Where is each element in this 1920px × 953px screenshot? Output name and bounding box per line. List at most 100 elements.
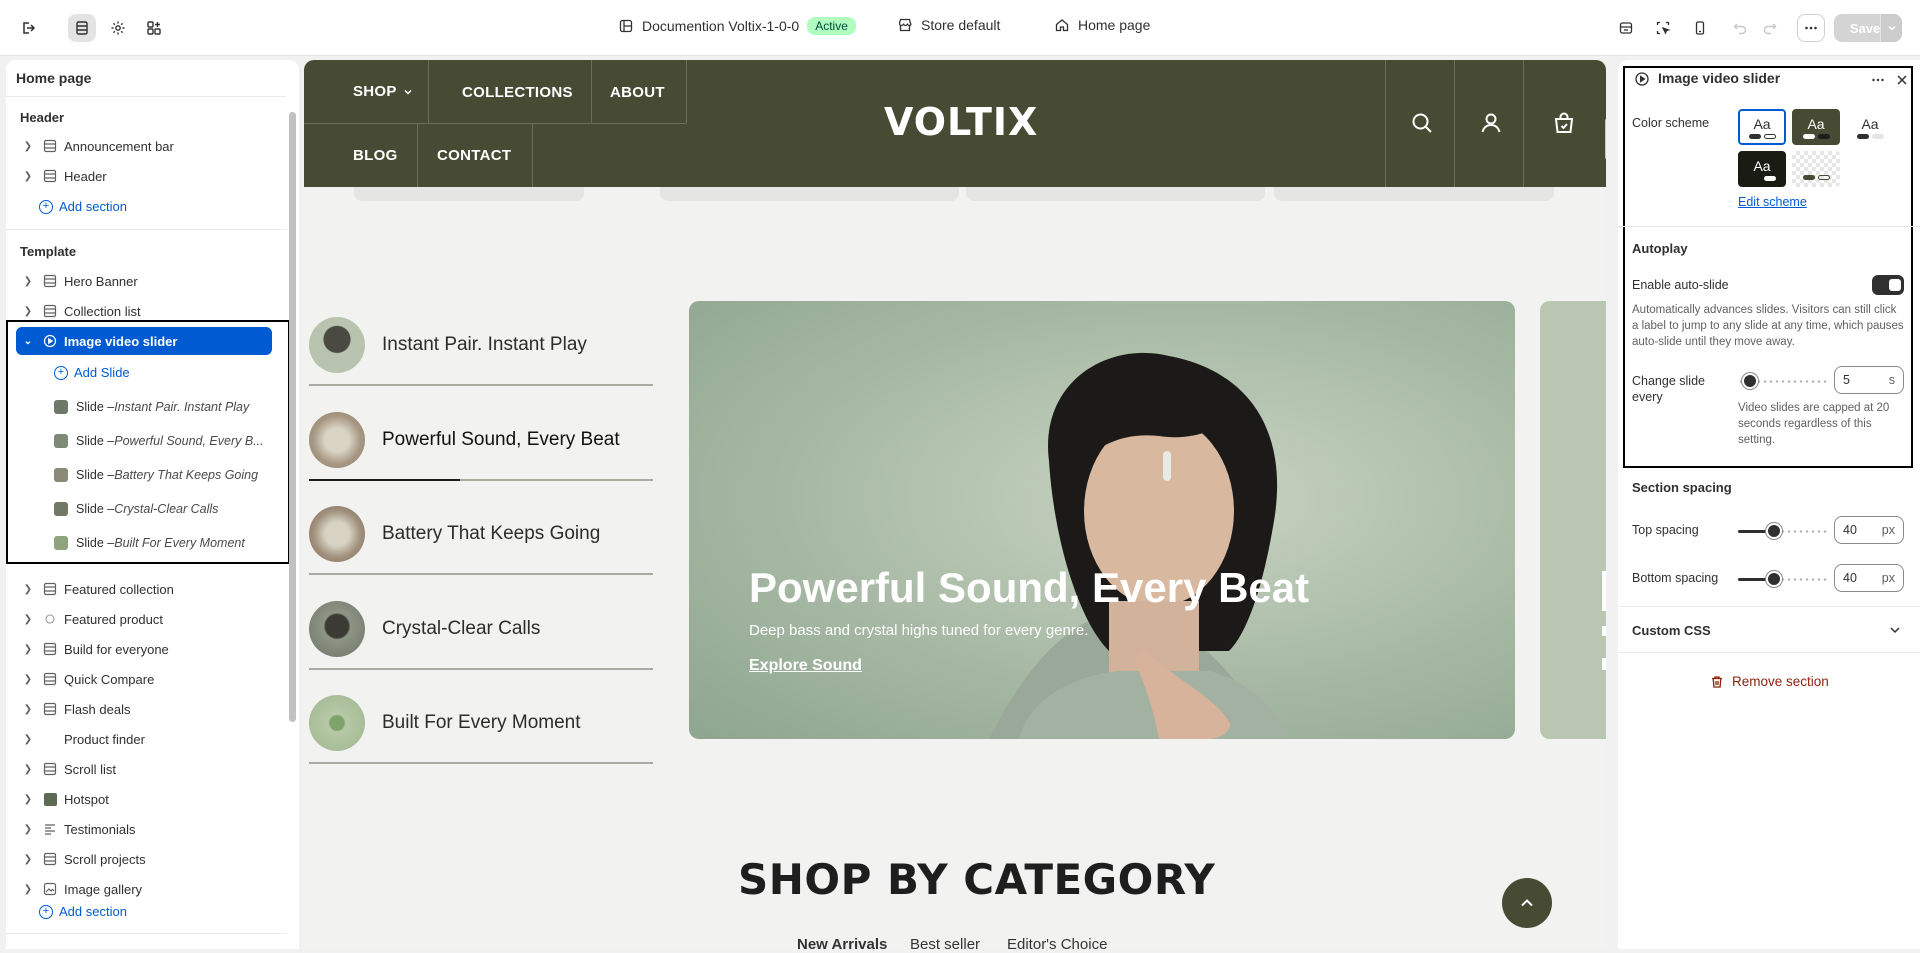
add-section-label: Add section xyxy=(59,904,127,919)
section-announcement-bar[interactable]: ❯ Announcement bar xyxy=(16,132,278,160)
nav-shop[interactable]: SHOP xyxy=(353,83,413,100)
undo-icon[interactable] xyxy=(1726,14,1754,42)
section-scroll-projects[interactable]: ❯ Scroll projects xyxy=(16,845,278,873)
section-image-gallery[interactable]: ❯ Image gallery xyxy=(16,875,278,903)
auto-slide-toggle[interactable] xyxy=(1872,275,1904,295)
chevron-right-icon[interactable]: ❯ xyxy=(20,644,36,655)
save-dropdown-icon[interactable] xyxy=(1880,14,1902,42)
section-featured-product[interactable]: ❯ Featured product xyxy=(16,605,278,633)
account-icon[interactable] xyxy=(1479,111,1503,135)
theme-selector[interactable]: Documention Voltix-1-0-0 Active xyxy=(618,17,856,35)
store-logo[interactable]: VOLTIX xyxy=(884,100,1038,144)
more-actions-icon[interactable] xyxy=(1797,14,1825,42)
section-featured-collection[interactable]: ❯ Featured collection xyxy=(16,575,278,603)
change-slide-slider[interactable] xyxy=(1742,373,1758,389)
category-tab-editors-choice[interactable]: Editor's Choice xyxy=(1007,936,1107,949)
chevron-right-icon[interactable]: ❯ xyxy=(20,824,36,835)
group-header: Header xyxy=(20,110,65,125)
section-header[interactable]: ❯ Header xyxy=(16,162,278,190)
slide-avatar xyxy=(309,317,365,373)
scroll-to-top-button[interactable] xyxy=(1502,878,1552,928)
color-scheme-swatch[interactable]: Aa xyxy=(1846,109,1894,145)
hero-slide[interactable]: Powerful Sound, Every Beat Deep bass and… xyxy=(689,301,1515,739)
chevron-right-icon[interactable]: ❯ xyxy=(20,171,36,182)
slide-tab[interactable]: Instant Pair. Instant Play xyxy=(309,292,653,386)
chevron-right-icon[interactable]: ❯ xyxy=(20,674,36,685)
color-scheme-swatch-selected[interactable]: Aa xyxy=(1737,108,1787,146)
chevron-right-icon[interactable]: ❯ xyxy=(20,794,36,805)
slide-tab[interactable]: Built For Every Moment xyxy=(309,670,653,764)
close-icon[interactable] xyxy=(1894,72,1910,91)
chevron-right-icon[interactable]: ❯ xyxy=(20,276,36,287)
remove-section-button[interactable]: Remove section xyxy=(1710,674,1829,689)
section-label: Hero Banner xyxy=(64,273,138,289)
nav-about[interactable]: ABOUT xyxy=(610,84,665,101)
add-section-button[interactable]: + Add section xyxy=(39,904,127,919)
section-build-for-everyone[interactable]: ❯ Build for everyone xyxy=(16,635,278,663)
change-slide-input[interactable]: 5 s xyxy=(1834,366,1904,394)
preview-scrollbar[interactable] xyxy=(1605,118,1606,160)
color-scheme-swatch[interactable]: Aa xyxy=(1792,109,1840,145)
slide-tab[interactable]: Battery That Keeps Going xyxy=(309,481,653,575)
section-scroll-list[interactable]: ❯ Scroll list xyxy=(16,755,278,783)
hero-cta-link[interactable]: Explore Sound xyxy=(749,657,862,675)
top-spacing-slider[interactable] xyxy=(1766,523,1782,539)
section-label: Header xyxy=(64,168,107,184)
nav-collections[interactable]: COLLECTIONS xyxy=(462,84,573,101)
nav-blog[interactable]: BLOG xyxy=(353,147,398,164)
apps-icon[interactable] xyxy=(140,14,168,42)
divider xyxy=(417,123,418,187)
custom-css-toggle[interactable]: Custom CSS xyxy=(1632,623,1711,638)
exit-icon[interactable] xyxy=(14,14,42,42)
gear-icon[interactable] xyxy=(104,14,132,42)
storefront-preview: SHOP COLLECTIONS ABOUT BLOG CONTACT VOLT… xyxy=(304,60,1606,949)
bottom-spacing-input[interactable]: 40 px xyxy=(1834,564,1904,592)
slide-tab-active[interactable]: Powerful Sound, Every Beat xyxy=(309,387,653,481)
store-icon xyxy=(898,18,912,32)
chevron-right-icon[interactable]: ❯ xyxy=(20,614,36,625)
sections-icon[interactable] xyxy=(68,14,96,42)
chevron-right-icon[interactable]: ❯ xyxy=(20,306,36,317)
edit-scheme-link[interactable]: Edit scheme xyxy=(1738,195,1807,209)
section-hero-banner[interactable]: ❯ Hero Banner xyxy=(16,267,278,295)
chevron-right-icon[interactable]: ❯ xyxy=(20,854,36,865)
section-hotspot[interactable]: ❯ Hotspot xyxy=(16,785,278,813)
top-spacing-input[interactable]: 40 px xyxy=(1834,516,1904,544)
store-selector[interactable]: Store default xyxy=(897,17,1000,33)
chevron-down-icon[interactable] xyxy=(1888,623,1902,640)
mobile-view-icon[interactable] xyxy=(1686,14,1714,42)
chevron-right-icon[interactable]: ❯ xyxy=(20,584,36,595)
add-section-button[interactable]: + Add section xyxy=(39,199,127,214)
swatch-pills xyxy=(1856,133,1884,139)
page-selector[interactable]: Home page xyxy=(1054,17,1150,33)
color-scheme-label: Color scheme xyxy=(1632,116,1710,130)
chevron-right-icon[interactable]: ❯ xyxy=(20,764,36,775)
chevron-right-icon[interactable]: ❯ xyxy=(20,704,36,715)
slide-tab[interactable]: Crystal-Clear Calls xyxy=(309,576,653,670)
more-options-icon[interactable] xyxy=(1870,72,1886,91)
color-scheme-swatch-transparent[interactable] xyxy=(1792,151,1840,187)
section-product-finder[interactable]: ❯ Product finder xyxy=(16,725,278,753)
section-testimonials[interactable]: ❯ Testimonials xyxy=(16,815,278,843)
group-template: Template xyxy=(20,244,77,259)
next-slide-peek[interactable] xyxy=(1540,301,1606,739)
divider xyxy=(686,60,687,123)
scrollbar[interactable] xyxy=(289,112,296,722)
section-quick-compare[interactable]: ❯ Quick Compare xyxy=(16,665,278,693)
input-unit: s xyxy=(1888,373,1895,387)
chevron-right-icon[interactable]: ❯ xyxy=(20,141,36,152)
redo-icon[interactable] xyxy=(1756,14,1784,42)
cart-icon[interactable] xyxy=(1552,111,1576,135)
chevron-right-icon[interactable]: ❯ xyxy=(20,884,36,895)
inspector-icon[interactable] xyxy=(1612,14,1640,42)
select-cursor-icon[interactable] xyxy=(1649,14,1677,42)
category-tab-best-seller[interactable]: Best seller xyxy=(910,936,980,949)
bottom-spacing-slider[interactable] xyxy=(1766,571,1782,587)
color-scheme-swatch[interactable]: Aa xyxy=(1738,151,1786,187)
nav-contact[interactable]: CONTACT xyxy=(437,147,511,164)
category-tab-new-arrivals[interactable]: New Arrivals xyxy=(797,936,887,949)
section-icon xyxy=(42,582,58,596)
chevron-right-icon[interactable]: ❯ xyxy=(20,734,36,745)
section-flash-deals[interactable]: ❯ Flash deals xyxy=(16,695,278,723)
search-icon[interactable] xyxy=(1410,111,1434,135)
